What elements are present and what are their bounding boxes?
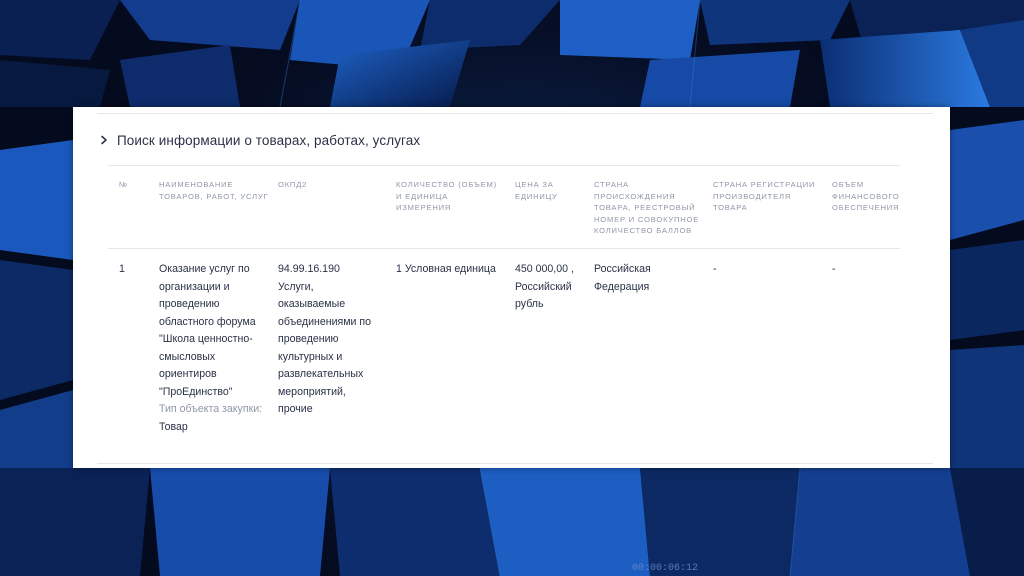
purchase-items-panel: Поиск информации о товарах, работах, усл…	[73, 107, 950, 468]
header-divider	[108, 165, 900, 166]
cell-finance: -	[832, 263, 836, 275]
cell-country: Российская Федерация	[594, 263, 651, 293]
col-header-finance: Объем финансового обеспечения	[832, 180, 900, 213]
cell-price: 450 000,00 , Российский рубль	[515, 263, 574, 310]
top-divider	[97, 113, 933, 114]
bottom-divider	[97, 463, 933, 464]
cell-num: 1	[119, 263, 125, 275]
row-divider	[108, 248, 900, 249]
cell-qty: 1 Условная единица	[396, 263, 496, 275]
chevron-right-icon	[95, 131, 113, 149]
okpd-description: Услуги, оказываемые объединениями по про…	[278, 280, 372, 416]
col-header-okpd: ОКПД2	[278, 180, 308, 189]
object-type-value: Товар	[159, 420, 188, 433]
col-header-price: Цена за единицу	[515, 180, 558, 201]
section-title: Поиск информации о товарах, работах, усл…	[117, 132, 421, 148]
col-header-qty: Количество (объем) и единица измерения	[396, 180, 497, 213]
col-header-name: Наименование товаров, работ, услуг	[159, 180, 269, 201]
okpd-code: 94.99.16.190	[278, 263, 340, 275]
cell-regcountry: -	[713, 263, 717, 275]
item-name: Оказание услуг по организации и проведен…	[159, 263, 256, 398]
cell-name: Оказание услуг по организации и проведен…	[159, 261, 263, 436]
col-header-country: Страна происхождения товара, реестровый …	[594, 180, 700, 236]
section-toggle[interactable]: Поиск информации о товарах, работах, усл…	[95, 129, 420, 151]
video-timestamp: 00:00:06:12	[632, 563, 698, 574]
col-header-regcountry: Страна регистрации производителя товара	[713, 180, 816, 213]
object-type-label: Тип объекта закупки:	[159, 403, 263, 415]
cell-okpd: 94.99.16.190 Услуги, оказываемые объедин…	[278, 261, 376, 419]
col-header-num: №	[119, 180, 128, 189]
